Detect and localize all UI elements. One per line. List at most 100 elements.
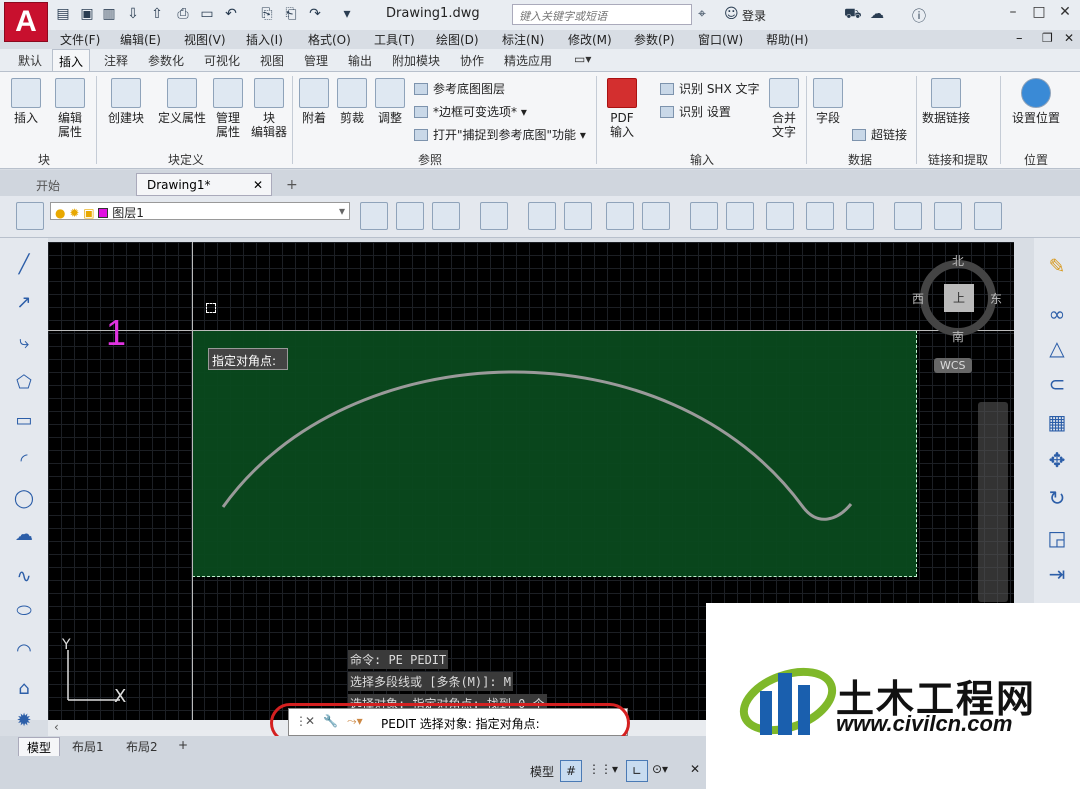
tab-insert[interactable]: 插入 (52, 49, 91, 71)
login-button[interactable]: 登录 (742, 7, 766, 24)
tab-manage[interactable]: 管理 (304, 52, 328, 69)
viewcube[interactable]: 北 南 西 东 上 (912, 252, 1002, 344)
menu-format[interactable]: 格式(O) (308, 31, 351, 48)
tab-output[interactable]: 输出 (348, 52, 372, 69)
attach-button[interactable]: 附着 (298, 78, 330, 125)
viewcube-face[interactable]: 上 (944, 284, 974, 312)
erase-layer-icon[interactable] (974, 202, 1002, 230)
publish-icon[interactable]: ⎗ (282, 6, 300, 22)
notes-icon[interactable] (894, 202, 922, 230)
spline-icon[interactable]: ∿ (10, 564, 38, 590)
save-icon[interactable]: ▣ (78, 6, 96, 22)
ribbon-toggle-icon[interactable]: ▭▾ (574, 52, 591, 66)
table-icon[interactable] (806, 202, 834, 230)
hatch-icon[interactable] (528, 202, 556, 230)
close-tab-icon[interactable]: ✕ (253, 178, 263, 192)
field-button[interactable]: 字段 (812, 78, 844, 125)
tab-visualize[interactable]: 可视化 (204, 52, 240, 69)
qat-dropdown-icon[interactable]: ▾ (338, 6, 356, 22)
adjust-button[interactable]: 调整 (374, 78, 406, 125)
app-menu-button[interactable]: A (4, 2, 48, 42)
array-icon[interactable] (642, 202, 670, 230)
panel-blockdef-label[interactable]: 块定义 (168, 151, 204, 168)
revcloud-icon[interactable]: ☁ (10, 522, 38, 548)
doc-minimize-icon[interactable]: – (1016, 31, 1023, 46)
stretch-icon[interactable]: ⇥ (1042, 560, 1072, 588)
layer-properties-icon[interactable] (16, 202, 44, 230)
pencil-curve-icon[interactable] (564, 202, 592, 230)
saveas-icon[interactable]: ▥ (100, 6, 118, 22)
hyperlink-button[interactable]: 超链接 (852, 126, 907, 143)
new-tab-icon[interactable]: + (276, 173, 308, 196)
polygon-icon[interactable]: ⬠ (10, 370, 38, 396)
panel-link-label[interactable]: 链接和提取 (928, 151, 988, 168)
recognize-settings-button[interactable]: 识别 设置 (660, 103, 731, 120)
user-icon[interactable]: ☺ (724, 6, 739, 22)
menu-view[interactable]: 视图(V) (184, 31, 226, 48)
tab-drawing1[interactable]: Drawing1* ✕ (136, 173, 272, 196)
close-icon[interactable]: ✕ (1054, 4, 1076, 20)
menu-file[interactable]: 文件(F) (60, 31, 100, 48)
ellipse-icon[interactable]: ⬭ (10, 598, 38, 624)
mirror-icon[interactable]: △ (1042, 334, 1072, 362)
checklist-icon[interactable] (934, 202, 962, 230)
recognize-shx-button[interactable]: 识别 SHX 文字 (660, 80, 760, 97)
plot-icon[interactable]: ⎙ (174, 6, 192, 22)
polar-icon[interactable]: ⊙▾ (652, 762, 668, 776)
compass-east[interactable]: 东 (990, 290, 1002, 307)
share-icon[interactable]: ⎘ (258, 6, 276, 22)
erase-icon[interactable]: ✎ (1042, 252, 1072, 280)
tab-view[interactable]: 视图 (260, 52, 284, 69)
underlay-layers-button[interactable]: 参考底图图层 (414, 80, 505, 97)
make-current-icon[interactable] (360, 202, 388, 230)
insert-block-button[interactable]: 插入 (8, 78, 44, 125)
ray-icon[interactable]: ↗ (10, 290, 38, 316)
cart-icon[interactable]: ⛟ (844, 6, 862, 24)
maximize-icon[interactable]: □ (1028, 4, 1050, 20)
panel-location-label[interactable]: 位置 (1024, 151, 1048, 168)
menu-edit[interactable]: 编辑(E) (120, 31, 161, 48)
navigation-bar[interactable] (978, 402, 1008, 602)
manage-attributes-button[interactable]: 管理 属性 (212, 78, 244, 139)
isodraft-icon[interactable]: ✕ (690, 762, 700, 776)
cloud-open-icon[interactable]: ⇩ (124, 6, 142, 22)
arc-icon[interactable]: ◜ (10, 448, 38, 474)
pdf-import-button[interactable]: PDF 输入 (602, 78, 642, 139)
tab-model[interactable]: 模型 (18, 737, 61, 758)
tab-layout2[interactable]: 布局2 (118, 737, 166, 756)
offset-icon[interactable]: ⊂ (1042, 370, 1072, 398)
broom-icon[interactable] (846, 202, 874, 230)
frame-options-button[interactable]: *边框可变选项* ▾ (414, 103, 527, 120)
ellipse-arc-icon[interactable]: ◠ (10, 638, 38, 664)
array-icon[interactable]: ▦ (1042, 408, 1072, 436)
menu-window[interactable]: 窗口(W) (698, 31, 743, 48)
insert-block-icon[interactable]: ⌂ (10, 676, 38, 702)
line-icon[interactable]: ╱ (10, 252, 38, 278)
layer-previous-icon[interactable] (396, 202, 424, 230)
tab-default[interactable]: 默认 (18, 52, 42, 69)
add-layout-icon[interactable]: + (170, 737, 196, 753)
scroll-left-icon[interactable]: ‹ (54, 720, 59, 734)
layer-dropdown[interactable]: ● ✹ ▣ 图层1 ▾ (50, 202, 350, 220)
snap-icon[interactable]: ⋮⋮▾ (588, 762, 618, 776)
wcs-menu[interactable]: WCS (934, 358, 972, 373)
minimize-icon[interactable]: – (1002, 4, 1024, 20)
tab-annotate[interactable]: 注释 (104, 52, 128, 69)
clip-button[interactable]: 剪裁 (336, 78, 368, 125)
viewport-settings-icon[interactable] (726, 202, 754, 230)
redo-icon[interactable]: ↷ (306, 6, 324, 22)
make-block-icon[interactable]: ✹ (10, 708, 38, 734)
open-icon[interactable]: ▤ (54, 6, 72, 22)
menu-help[interactable]: 帮助(H) (766, 31, 808, 48)
menu-dimension[interactable]: 标注(N) (502, 31, 544, 48)
menu-modify[interactable]: 修改(M) (568, 31, 612, 48)
edit-pencil-icon[interactable] (606, 202, 634, 230)
tab-start[interactable]: 开始 (26, 173, 70, 196)
ortho-icon[interactable]: ∟ (626, 760, 648, 782)
copy-icon[interactable]: ∞ (1042, 300, 1072, 328)
panel-reference-label[interactable]: 参照 (418, 151, 442, 168)
cloud-save-icon[interactable]: ⇧ (148, 6, 166, 22)
help-icon[interactable]: ⓘ (912, 6, 926, 26)
data-link-button[interactable]: 数据链接 (920, 78, 972, 125)
search-input[interactable]: 键入关键字或短语 (512, 4, 692, 25)
